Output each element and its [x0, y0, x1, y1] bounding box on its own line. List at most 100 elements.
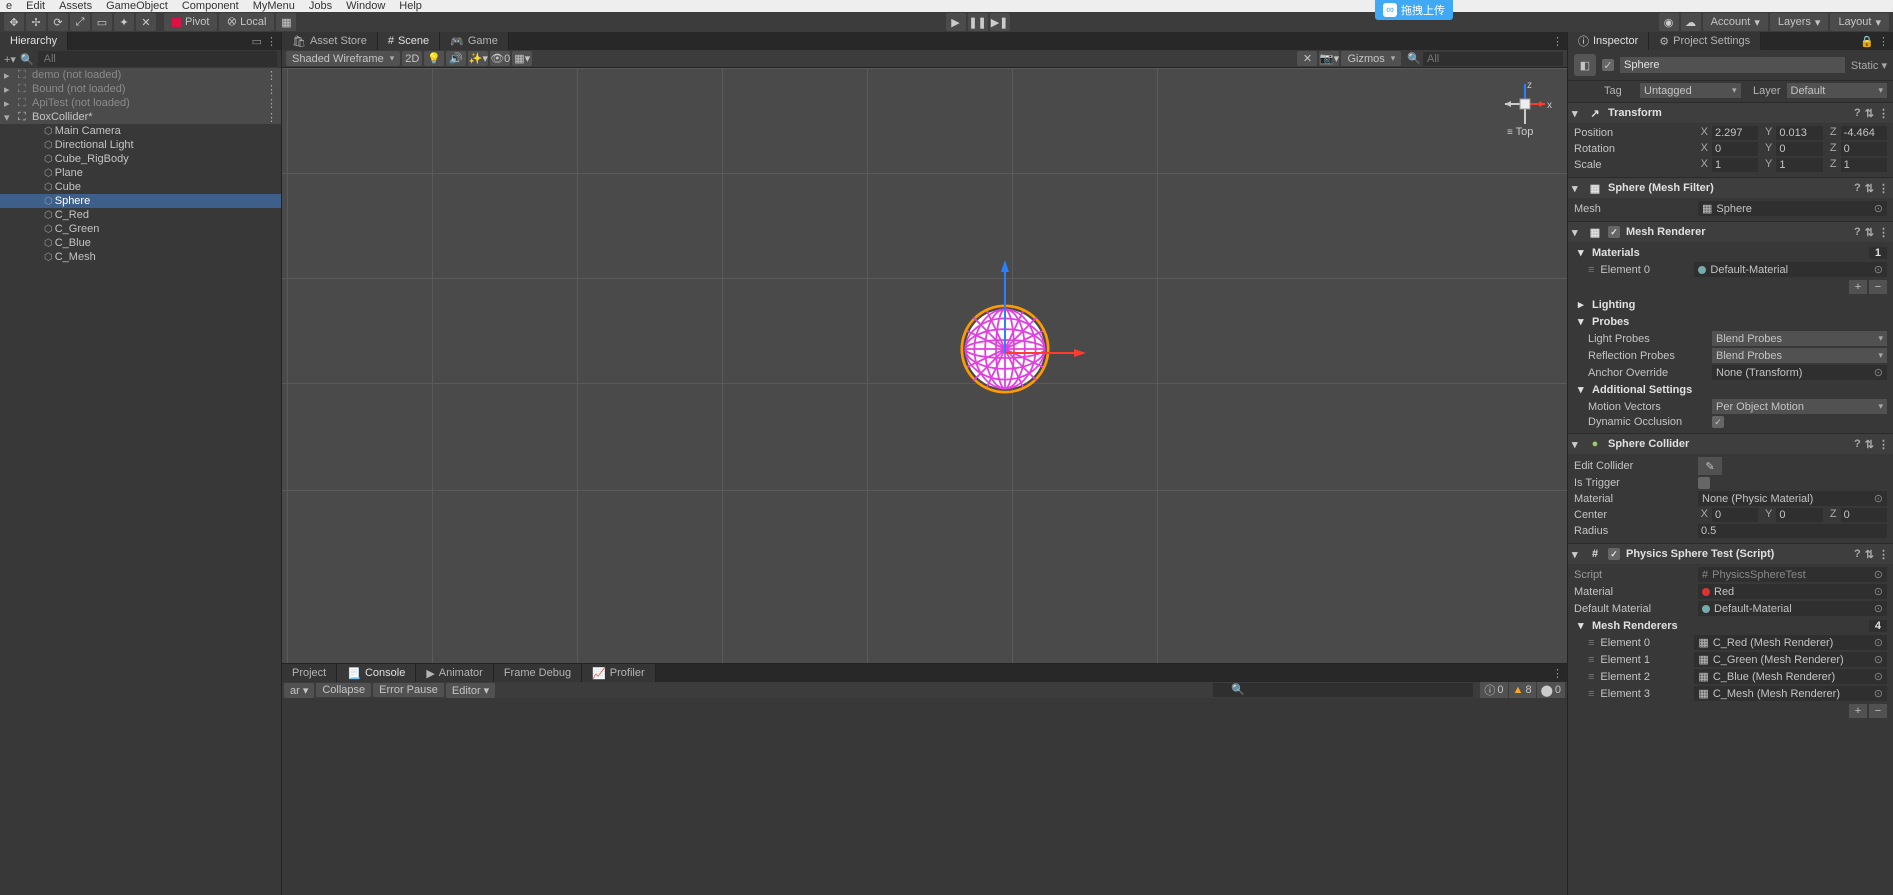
- preset-icon[interactable]: ⇅: [1865, 438, 1874, 451]
- renderer-field[interactable]: ▦C_Red (Mesh Renderer)⊙: [1694, 635, 1887, 650]
- error-pause-toggle[interactable]: Error Pause: [373, 683, 444, 697]
- gameobject-row[interactable]: ⬡ Main Camera: [0, 124, 281, 138]
- scale-tool[interactable]: ⤢: [70, 13, 90, 31]
- tools-icon[interactable]: ✕: [1297, 51, 1317, 66]
- help-icon[interactable]: ?: [1854, 226, 1861, 239]
- mode2d-toggle[interactable]: 2D: [402, 51, 422, 66]
- camera-icon[interactable]: 📷▾: [1319, 51, 1339, 66]
- rotate-tool[interactable]: ⟳: [48, 13, 68, 31]
- list-add-button[interactable]: +: [1849, 280, 1867, 294]
- move-tool[interactable]: ✢: [26, 13, 46, 31]
- gameobject-cube-icon[interactable]: ◧: [1574, 54, 1596, 76]
- dynocc-checkbox[interactable]: ✓: [1712, 416, 1724, 428]
- help-icon[interactable]: ?: [1854, 182, 1861, 195]
- pos-y-input[interactable]: [1776, 126, 1822, 140]
- motion-dropdown[interactable]: Per Object Motion: [1712, 399, 1887, 414]
- renderer-field[interactable]: ▦C_Mesh (Mesh Renderer)⊙: [1694, 686, 1887, 701]
- gameobject-row[interactable]: ⬡ C_Blue: [0, 236, 281, 250]
- local-toggle[interactable]: ⭙Local: [219, 13, 274, 31]
- component-header[interactable]: ▾ ↗ Transform ?⇅⋮: [1568, 103, 1893, 123]
- pos-z-input[interactable]: [1841, 126, 1887, 140]
- lighting-toggle[interactable]: 💡: [424, 51, 444, 66]
- custom-tool[interactable]: ✕: [136, 13, 156, 31]
- foldout-icon[interactable]: ▾: [1572, 182, 1582, 195]
- tab-menu-icon[interactable]: ⋮: [1552, 35, 1563, 48]
- gameobject-row[interactable]: ⬡ Cube: [0, 180, 281, 194]
- fx-toggle[interactable]: ✨▾: [468, 51, 488, 66]
- gameobject-row[interactable]: ⬡ C_Red: [0, 208, 281, 222]
- scene-menu-icon[interactable]: ⋮: [266, 111, 281, 124]
- pos-x-input[interactable]: [1712, 126, 1758, 140]
- help-icon[interactable]: ?: [1854, 107, 1861, 120]
- drag-handle-icon[interactable]: ≡: [1588, 671, 1594, 683]
- object-name-input[interactable]: [1620, 57, 1845, 73]
- lighting-label[interactable]: Lighting: [1592, 299, 1635, 311]
- bottom-menu-icon[interactable]: ⋮: [1552, 667, 1563, 680]
- hand-tool[interactable]: ✥: [4, 13, 24, 31]
- create-dropdown-icon[interactable]: +▾: [4, 53, 16, 66]
- component-menu-icon[interactable]: ⋮: [1878, 548, 1889, 561]
- clear-button[interactable]: ar ▾: [284, 683, 314, 698]
- active-checkbox[interactable]: ✓: [1602, 59, 1614, 71]
- rot-y-input[interactable]: [1776, 142, 1822, 156]
- scene-row[interactable]: ▸⛶ApiTest (not loaded)⋮: [0, 96, 281, 110]
- scene-menu-icon[interactable]: ⋮: [266, 97, 281, 110]
- enable-checkbox[interactable]: ✓: [1608, 548, 1620, 560]
- component-header[interactable]: ▾ # ✓ Physics Sphere Test (Script) ?⇅⋮: [1568, 544, 1893, 564]
- tab-framedebug[interactable]: Frame Debug: [494, 664, 582, 682]
- tab-game[interactable]: 🎮Game: [440, 32, 509, 50]
- help-icon[interactable]: ?: [1854, 438, 1861, 451]
- scene-view[interactable]: z x ≡ Top: [282, 68, 1567, 663]
- scene-row[interactable]: ▸⛶demo (not loaded)⋮: [0, 68, 281, 82]
- scale-x-input[interactable]: [1712, 158, 1758, 172]
- object-picker-icon[interactable]: ⊙: [1874, 585, 1883, 598]
- radius-input[interactable]: [1698, 524, 1887, 538]
- object-picker-icon[interactable]: ⊙: [1874, 492, 1883, 505]
- menu-item[interactable]: e: [6, 0, 12, 12]
- object-picker-icon[interactable]: ⊙: [1874, 670, 1883, 683]
- component-header[interactable]: ▾ ▦ Sphere (Mesh Filter) ?⇅⋮: [1568, 178, 1893, 198]
- gameobject-row[interactable]: ⬡ C_Mesh: [0, 250, 281, 264]
- gameobject-row[interactable]: ⬡ C_Green: [0, 222, 281, 236]
- tab-project-settings[interactable]: ⚙Project Settings: [1649, 32, 1761, 50]
- grid-toggle[interactable]: ▦▾: [512, 51, 532, 66]
- console-body[interactable]: [282, 698, 1567, 895]
- play-button[interactable]: ▶: [946, 13, 966, 31]
- orientation-gizmo[interactable]: z x ≡ Top: [1501, 80, 1549, 140]
- audio-toggle[interactable]: 🔊: [446, 51, 466, 66]
- tab-profiler[interactable]: 📈Profiler: [582, 664, 656, 682]
- object-picker-icon[interactable]: ⊙: [1874, 602, 1883, 615]
- object-picker-icon[interactable]: ⊙: [1874, 366, 1883, 379]
- anchor-field[interactable]: None (Transform)⊙: [1712, 365, 1887, 380]
- tab-animator[interactable]: ▶Animator: [416, 664, 494, 682]
- tab-inspector[interactable]: ⓘInspector: [1568, 32, 1649, 50]
- object-picker-icon[interactable]: ⊙: [1874, 636, 1883, 649]
- tab-scene[interactable]: #Scene: [378, 32, 440, 50]
- tab-project[interactable]: Project: [282, 664, 337, 682]
- object-picker-icon[interactable]: ⊙: [1874, 263, 1883, 276]
- object-picker-icon[interactable]: ⊙: [1874, 653, 1883, 666]
- gameobject-row[interactable]: ⬡ Plane: [0, 166, 281, 180]
- tab-console[interactable]: 📃Console: [337, 664, 416, 682]
- hierarchy-options-icon[interactable]: ▭: [252, 35, 262, 48]
- menu-item[interactable]: GameObject: [106, 0, 168, 12]
- static-dropdown[interactable]: Static ▾: [1851, 59, 1887, 72]
- reflprobes-dropdown[interactable]: Blend Probes: [1712, 348, 1887, 363]
- mesh-field[interactable]: ▦Sphere⊙: [1698, 201, 1887, 216]
- component-menu-icon[interactable]: ⋮: [1878, 107, 1889, 120]
- pivot-toggle[interactable]: Pivot: [164, 13, 217, 31]
- foldout-icon[interactable]: ▾: [1572, 226, 1582, 239]
- drag-handle-icon[interactable]: ≡: [1588, 688, 1594, 700]
- hierarchy-tab[interactable]: Hierarchy: [0, 32, 68, 50]
- gameobject-row[interactable]: ⬡ Directional Light: [0, 138, 281, 152]
- component-header[interactable]: ▾ ▦ ✓ Mesh Renderer ?⇅⋮: [1568, 222, 1893, 242]
- move-gizmo[interactable]: [1000, 258, 1090, 358]
- rect-tool[interactable]: ▭: [92, 13, 112, 31]
- defmat-field[interactable]: Default-Material⊙: [1698, 601, 1887, 616]
- menu-item[interactable]: Jobs: [309, 0, 332, 12]
- component-header[interactable]: ▾ ● Sphere Collider ?⇅⋮: [1568, 434, 1893, 454]
- cloud-button[interactable]: ☁: [1681, 13, 1701, 31]
- scene-row[interactable]: ▸⛶Bound (not loaded)⋮: [0, 82, 281, 96]
- menu-item[interactable]: Component: [182, 0, 239, 12]
- center-y-input[interactable]: [1776, 508, 1822, 522]
